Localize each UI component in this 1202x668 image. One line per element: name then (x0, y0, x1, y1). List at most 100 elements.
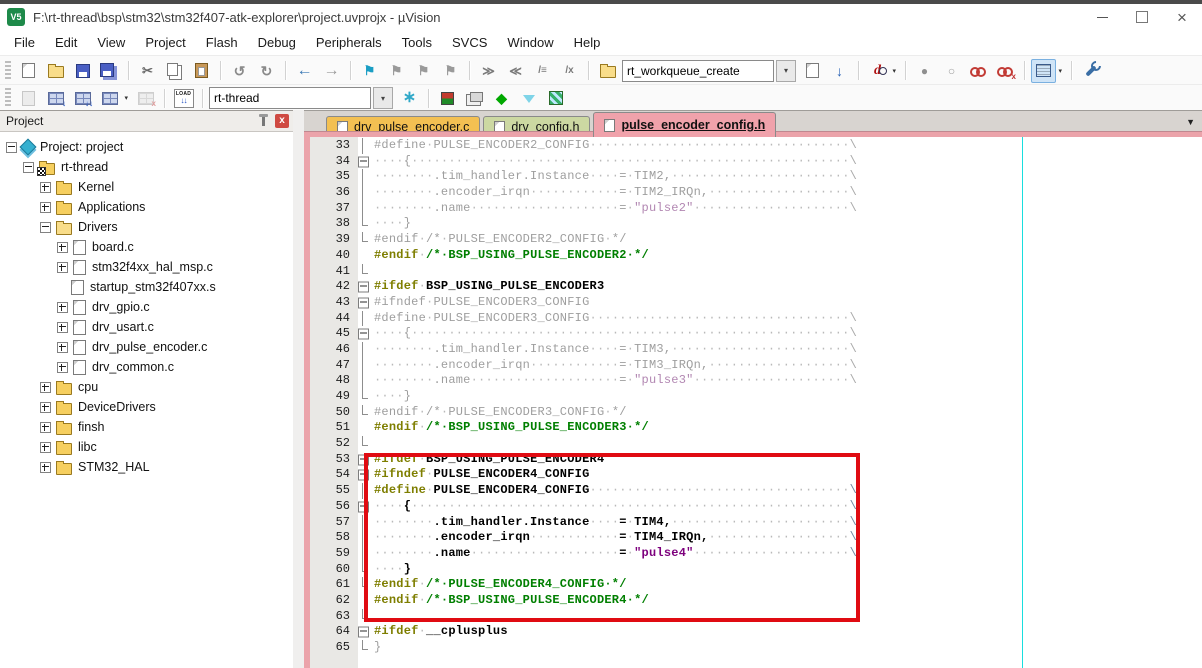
navigate-back-button[interactable]: ← (292, 59, 317, 83)
fold-collapse-icon[interactable] (358, 470, 369, 481)
bookmark-prev-button[interactable]: ⚑ (384, 59, 409, 83)
tree-item-devicedrivers[interactable]: DeviceDrivers (0, 397, 293, 417)
translate-button[interactable] (16, 86, 41, 110)
navigate-forward-button[interactable]: → (319, 59, 344, 83)
menu-project[interactable]: Project (135, 32, 195, 53)
bookmark-clear-all-button[interactable]: ⚑ (438, 59, 463, 83)
expand-icon[interactable] (40, 202, 51, 213)
select-software-packs-button[interactable] (516, 86, 541, 110)
expand-icon[interactable] (40, 382, 51, 393)
copy-button[interactable] (162, 59, 187, 83)
search-dropdown-button[interactable]: ▾ (776, 60, 796, 82)
expand-icon[interactable] (40, 402, 51, 413)
indent-button[interactable]: ≫ (476, 59, 501, 83)
expand-icon[interactable] (40, 442, 51, 453)
build-button[interactable]: ↓ (43, 86, 68, 110)
redo-button[interactable]: ↻ (254, 59, 279, 83)
tree-item-libc[interactable]: libc (0, 437, 293, 457)
pin-icon[interactable] (262, 117, 265, 126)
save-all-button[interactable] (97, 59, 122, 83)
fold-collapse-icon[interactable] (358, 501, 369, 512)
expand-icon[interactable] (57, 362, 68, 373)
find-next-button[interactable]: ↓ (827, 59, 852, 83)
kill-all-breakpoints-button[interactable]: x (993, 59, 1018, 83)
cut-button[interactable]: ✂ (135, 59, 160, 83)
menu-peripherals[interactable]: Peripherals (306, 32, 392, 53)
fold-collapse-icon[interactable] (358, 627, 369, 638)
manage-rte-button[interactable]: ◆ (489, 86, 514, 110)
fold-collapse-icon[interactable] (358, 329, 369, 340)
target-input[interactable] (210, 91, 370, 105)
menu-view[interactable]: View (87, 32, 135, 53)
fold-collapse-icon[interactable] (358, 282, 369, 293)
tree-item-project-project[interactable]: Project: project (0, 137, 293, 157)
open-file-button[interactable] (43, 59, 68, 83)
expand-icon[interactable] (57, 302, 68, 313)
rebuild-button[interactable]: ↓↓ (70, 86, 95, 110)
download-button[interactable]: LOAD↓↓ (171, 86, 196, 110)
window-layout-button[interactable]: ▾ (1031, 59, 1056, 83)
expand-icon[interactable] (57, 322, 68, 333)
unindent-button[interactable]: ≪ (503, 59, 528, 83)
collapse-icon[interactable] (23, 162, 34, 173)
tree-item-drv-usart-c[interactable]: drv_usart.c (0, 317, 293, 337)
tree-item-drv-pulse-encoder-c[interactable]: drv_pulse_encoder.c (0, 337, 293, 357)
tree-item-drv-common-c[interactable]: drv_common.c (0, 357, 293, 377)
expand-icon[interactable] (57, 342, 68, 353)
tree-item-finsh[interactable]: finsh (0, 417, 293, 437)
menu-window[interactable]: Window (497, 32, 563, 53)
close-button[interactable]: × (1162, 4, 1202, 30)
tree-item-board-c[interactable]: board.c (0, 237, 293, 257)
menu-svcs[interactable]: SVCS (442, 32, 497, 53)
toggle-breakpoint-button[interactable]: ● (912, 59, 937, 83)
expand-icon[interactable] (57, 262, 68, 273)
tab-list-dropdown[interactable]: ▼ (1186, 117, 1195, 127)
save-button[interactable] (70, 59, 95, 83)
tree-item-stm32f4xx-hal-msp-c[interactable]: stm32f4xx_hal_msp.c (0, 257, 293, 277)
expand-icon[interactable] (40, 182, 51, 193)
enable-breakpoint-button[interactable]: ○ (939, 59, 964, 83)
pack-installer-button[interactable] (543, 86, 568, 110)
collapse-icon[interactable] (40, 222, 51, 233)
menu-debug[interactable]: Debug (248, 32, 306, 53)
minimize-button[interactable] (1082, 4, 1122, 30)
find-in-files-button[interactable] (595, 59, 620, 83)
start-stop-debug-button[interactable]: d▾ (865, 59, 890, 83)
tree-item-drv-gpio-c[interactable]: drv_gpio.c (0, 297, 293, 317)
menu-tools[interactable]: Tools (392, 32, 442, 53)
maximize-button[interactable] (1122, 4, 1162, 30)
menu-help[interactable]: Help (564, 32, 611, 53)
collapse-icon[interactable] (6, 142, 17, 153)
bookmark-next-button[interactable]: ⚑ (411, 59, 436, 83)
paste-button[interactable] (189, 59, 214, 83)
search-input[interactable] (623, 64, 773, 78)
tree-item-cpu[interactable]: cpu (0, 377, 293, 397)
bookmark-toggle-button[interactable]: ⚑ (357, 59, 382, 83)
undo-button[interactable]: ↺ (227, 59, 252, 83)
panel-splitter[interactable] (293, 110, 304, 668)
options-for-target-button[interactable] (435, 86, 460, 110)
configure-button[interactable] (1078, 59, 1103, 83)
disable-all-breakpoints-button[interactable] (966, 59, 991, 83)
comment-button[interactable]: /≡ (530, 59, 555, 83)
stop-build-button[interactable]: x (133, 86, 158, 110)
menu-edit[interactable]: Edit (45, 32, 87, 53)
code-editor[interactable]: 33#define·PULSE_ENCODER2_CONFIG·········… (304, 136, 1202, 668)
tree-item-startup-stm32f407xx-s[interactable]: startup_stm32f407xx.s (0, 277, 293, 297)
new-file-button[interactable] (16, 59, 41, 83)
manage-project-items-button[interactable] (462, 86, 487, 110)
incremental-find-button[interactable] (800, 59, 825, 83)
tree-item-stm32-hal[interactable]: STM32_HAL (0, 457, 293, 477)
expand-icon[interactable] (40, 422, 51, 433)
magic-wand-button[interactable]: ∗ (397, 86, 422, 110)
fold-collapse-icon[interactable] (358, 297, 369, 308)
tab-pulse-encoder-config-h[interactable]: pulse_encoder_config.h (593, 112, 776, 137)
target-dropdown-button[interactable]: ▾ (373, 87, 393, 109)
batch-build-button[interactable]: ▾ (97, 86, 122, 110)
tree-item-kernel[interactable]: Kernel (0, 177, 293, 197)
fold-collapse-icon[interactable] (358, 454, 369, 465)
fold-collapse-icon[interactable] (358, 156, 369, 167)
project-panel-close-button[interactable]: x (275, 114, 289, 128)
expand-icon[interactable] (57, 242, 68, 253)
menu-flash[interactable]: Flash (196, 32, 248, 53)
